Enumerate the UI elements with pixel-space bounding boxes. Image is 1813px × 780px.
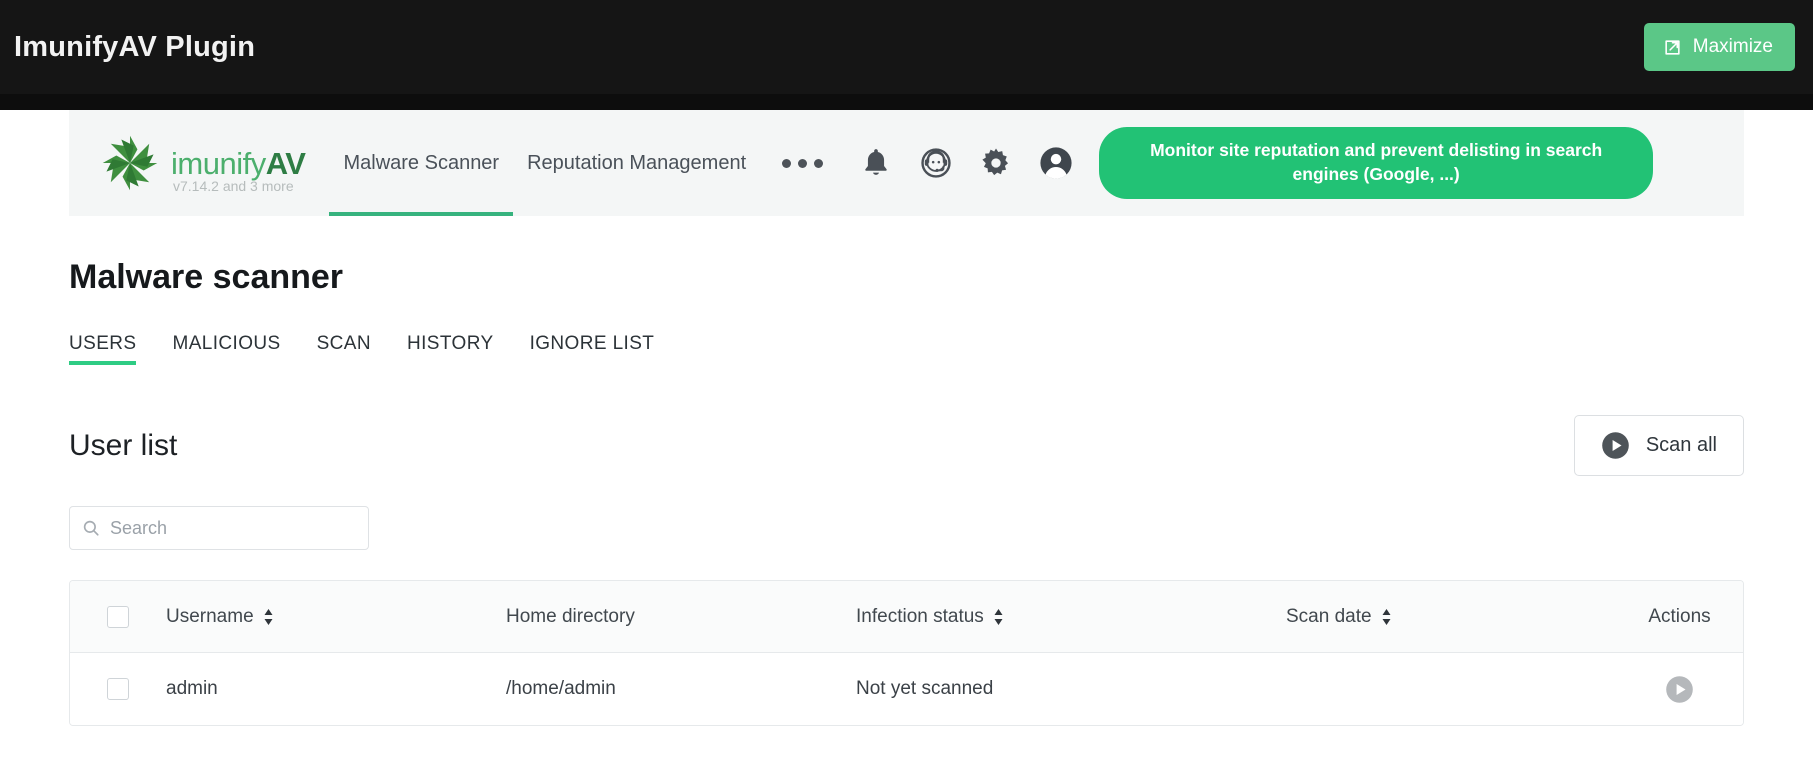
column-label-home-directory: Home directory xyxy=(506,605,635,627)
cell-infection-status: Not yet scanned xyxy=(856,678,994,699)
tab-history[interactable]: HISTORY xyxy=(389,333,512,365)
imunify-pinwheel-logo-icon xyxy=(99,132,161,194)
ellipsis-icon[interactable] xyxy=(760,158,845,168)
row-checkbox[interactable] xyxy=(107,678,129,700)
tab-bar: USERS MALICIOUS SCAN HISTORY IGNORE LIST xyxy=(69,333,1744,365)
maximize-button[interactable]: Maximize xyxy=(1643,23,1795,71)
play-circle-icon xyxy=(1601,431,1630,460)
tab-scan[interactable]: SCAN xyxy=(299,333,389,365)
column-header-infection-status[interactable]: Infection status xyxy=(856,606,1286,628)
column-label-actions: Actions xyxy=(1648,605,1711,627)
column-header-home-directory: Home directory xyxy=(506,606,856,628)
column-header-actions: Actions xyxy=(1616,606,1743,628)
support-headset-icon[interactable] xyxy=(919,146,953,180)
app-nav: Malware Scanner Reputation Management xyxy=(329,110,845,216)
scan-all-button[interactable]: Scan all xyxy=(1573,415,1744,476)
tab-users[interactable]: USERS xyxy=(69,333,154,365)
logo-version-label: v7.14.2 and 3 more xyxy=(173,177,294,194)
column-header-scan-date[interactable]: Scan date xyxy=(1286,606,1616,628)
select-all-cell xyxy=(70,605,166,628)
cell-actions xyxy=(1616,675,1743,704)
sort-icon[interactable] xyxy=(1381,608,1392,626)
titlebar-divider xyxy=(0,94,1813,110)
cell-home-directory: /home/admin xyxy=(506,678,616,699)
app-header: imunifyAV v7.14.2 and 3 more Malware Sca… xyxy=(69,110,1744,216)
reputation-promo-banner[interactable]: Monitor site reputation and prevent deli… xyxy=(1099,127,1654,199)
tab-ignore-list[interactable]: IGNORE LIST xyxy=(512,333,673,365)
user-list-table: Username Home directory Infection status xyxy=(69,580,1744,726)
cell-username: admin xyxy=(166,678,218,699)
main-content: Malware scanner USERS MALICIOUS SCAN HIS… xyxy=(0,258,1813,726)
gear-icon[interactable] xyxy=(979,146,1013,180)
row-select-cell xyxy=(70,678,166,700)
window-titlebar: ImunifyAV Plugin Maximize xyxy=(0,0,1813,94)
scan-all-label: Scan all xyxy=(1645,434,1717,456)
maximize-label: Maximize xyxy=(1692,36,1773,57)
sort-icon[interactable] xyxy=(263,608,274,626)
select-all-checkbox[interactable] xyxy=(107,605,129,628)
expand-icon xyxy=(1663,38,1682,57)
column-label-scan-date: Scan date xyxy=(1286,605,1372,627)
logo-name-secondary: AV xyxy=(265,145,306,181)
search-input[interactable] xyxy=(110,517,356,539)
table-header-row: Username Home directory Infection status xyxy=(70,581,1743,653)
section-title: User list xyxy=(69,428,178,462)
page-title: Malware scanner xyxy=(69,258,344,296)
column-header-username[interactable]: Username xyxy=(166,606,506,628)
table-row[interactable]: admin /home/admin Not yet scanned xyxy=(70,653,1743,725)
row-scan-play-icon[interactable] xyxy=(1665,675,1694,704)
app-header-icons xyxy=(859,146,1073,180)
search-box[interactable] xyxy=(69,506,369,550)
user-avatar-icon[interactable] xyxy=(1039,146,1073,180)
imunify-logo[interactable]: imunifyAV v7.14.2 and 3 more xyxy=(99,132,306,194)
logo-name-primary: imunify xyxy=(171,145,266,181)
tab-malicious[interactable]: MALICIOUS xyxy=(154,333,298,365)
column-label-username: Username xyxy=(166,605,254,627)
search-icon xyxy=(82,519,100,537)
column-label-infection-status: Infection status xyxy=(856,605,984,627)
section-header: User list Scan all xyxy=(69,415,1744,476)
page-body: imunifyAV v7.14.2 and 3 more Malware Sca… xyxy=(0,110,1813,780)
window-title: ImunifyAV Plugin xyxy=(14,30,256,63)
bell-icon[interactable] xyxy=(859,146,893,180)
nav-item-reputation-management[interactable]: Reputation Management xyxy=(513,110,760,216)
nav-item-malware-scanner[interactable]: Malware Scanner xyxy=(329,110,513,216)
sort-icon[interactable] xyxy=(993,608,1004,626)
